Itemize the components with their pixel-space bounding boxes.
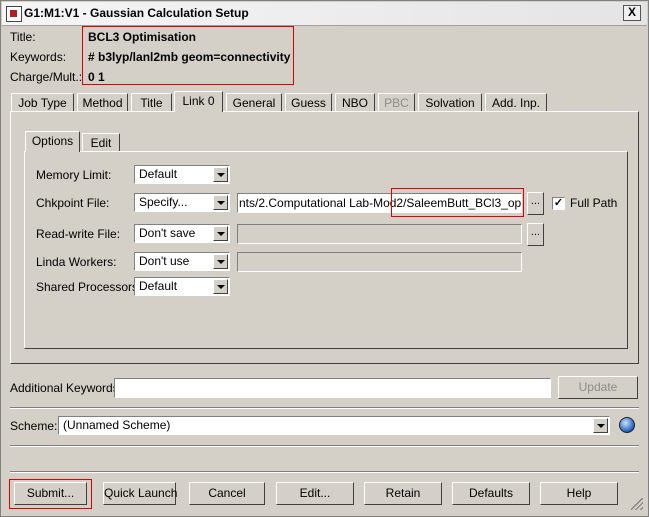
chevron-down-icon[interactable] [213, 167, 228, 182]
tab-pbc[interactable]: PBC [378, 93, 415, 112]
tab-nbo[interactable]: NBO [335, 93, 375, 112]
scheme-value: (Unnamed Scheme) [63, 418, 171, 432]
memory-limit-combo[interactable]: Default [134, 165, 230, 184]
tab-job-type[interactable]: Job Type [11, 93, 74, 112]
chevron-down-icon[interactable] [593, 418, 608, 433]
chevron-down-icon[interactable] [213, 226, 228, 241]
retain-button[interactable]: Retain [364, 482, 442, 505]
full-path-checkbox[interactable]: ✓ [552, 197, 565, 210]
linda-workers-combo[interactable]: Don't use [134, 252, 230, 271]
read-write-browse-button[interactable]: ... [527, 223, 544, 246]
calculation-setup-window: G1:M1:V1 - Gaussian Calculation Setup X … [0, 0, 649, 517]
app-icon [6, 6, 22, 22]
resize-grip-icon[interactable] [631, 498, 643, 510]
update-button[interactable]: Update [558, 376, 638, 399]
header-highlight-box [82, 26, 294, 85]
chevron-down-icon[interactable] [213, 279, 228, 294]
close-icon[interactable]: X [623, 5, 641, 21]
memory-limit-label: Memory Limit: [36, 168, 112, 182]
quick-launch-button[interactable]: Quick Launch [103, 482, 177, 505]
tab-solvation[interactable]: Solvation [418, 93, 482, 112]
defaults-button[interactable]: Defaults [452, 482, 530, 505]
divider [10, 471, 639, 473]
memory-limit-value: Default [139, 167, 178, 181]
tab-add-inp[interactable]: Add. Inp. [485, 93, 547, 112]
linda-workers-value: Don't use [139, 254, 190, 268]
help-button[interactable]: Help [540, 482, 618, 505]
subtab-edit[interactable]: Edit [82, 133, 120, 152]
globe-icon[interactable] [619, 417, 635, 433]
cancel-button[interactable]: Cancel [189, 482, 265, 505]
chevron-down-icon[interactable] [213, 195, 228, 210]
shared-processors-combo[interactable]: Default [134, 277, 230, 296]
tab-title[interactable]: Title [131, 93, 172, 112]
scheme-combo[interactable]: (Unnamed Scheme) [58, 416, 610, 435]
tab-link-0[interactable]: Link 0 [174, 91, 223, 112]
divider [10, 445, 639, 447]
submit-highlight-box [9, 479, 92, 509]
linda-workers-label: Linda Workers: [36, 255, 117, 269]
additional-keywords-label: Additional Keywords: [10, 381, 123, 395]
options-panel: Memory Limit: Default Chkpoint File: Spe… [24, 151, 628, 349]
edit-button[interactable]: Edit... [276, 482, 354, 505]
shared-processors-value: Default [139, 279, 178, 293]
tab-general[interactable]: General [226, 93, 282, 112]
read-write-path-field [237, 224, 522, 244]
title-label: Title: [10, 30, 36, 44]
read-write-file-combo[interactable]: Don't save [134, 224, 230, 243]
divider [10, 407, 639, 409]
window-title: G1:M1:V1 - Gaussian Calculation Setup [24, 6, 249, 20]
additional-keywords-input[interactable] [114, 378, 551, 398]
chkpoint-browse-button[interactable]: ... [527, 192, 544, 215]
subtab-options[interactable]: Options [25, 131, 80, 152]
linda-workers-field [237, 252, 522, 272]
scheme-label: Scheme: [10, 419, 58, 433]
tab-method[interactable]: Method [77, 93, 128, 112]
chkpoint-file-label: Chkpoint File: [36, 196, 110, 210]
read-write-file-value: Don't save [139, 226, 196, 240]
tab-panel: Options Edit Memory Limit: Default Chkpo… [10, 111, 639, 364]
charge-mult-label: Charge/Mult.: [10, 70, 83, 84]
shared-processors-label: Shared Processors: [36, 280, 142, 294]
tab-guess[interactable]: Guess [285, 93, 332, 112]
chkpoint-highlight-box [391, 188, 524, 217]
title-bar[interactable]: G1:M1:V1 - Gaussian Calculation Setup X [2, 2, 647, 26]
chkpoint-file-combo[interactable]: Specify... [134, 193, 230, 212]
read-write-file-label: Read-write File: [36, 227, 121, 241]
chkpoint-file-mode: Specify... [139, 195, 188, 209]
full-path-label: Full Path [570, 196, 618, 210]
chevron-down-icon[interactable] [213, 254, 228, 269]
keywords-label: Keywords: [10, 50, 67, 64]
